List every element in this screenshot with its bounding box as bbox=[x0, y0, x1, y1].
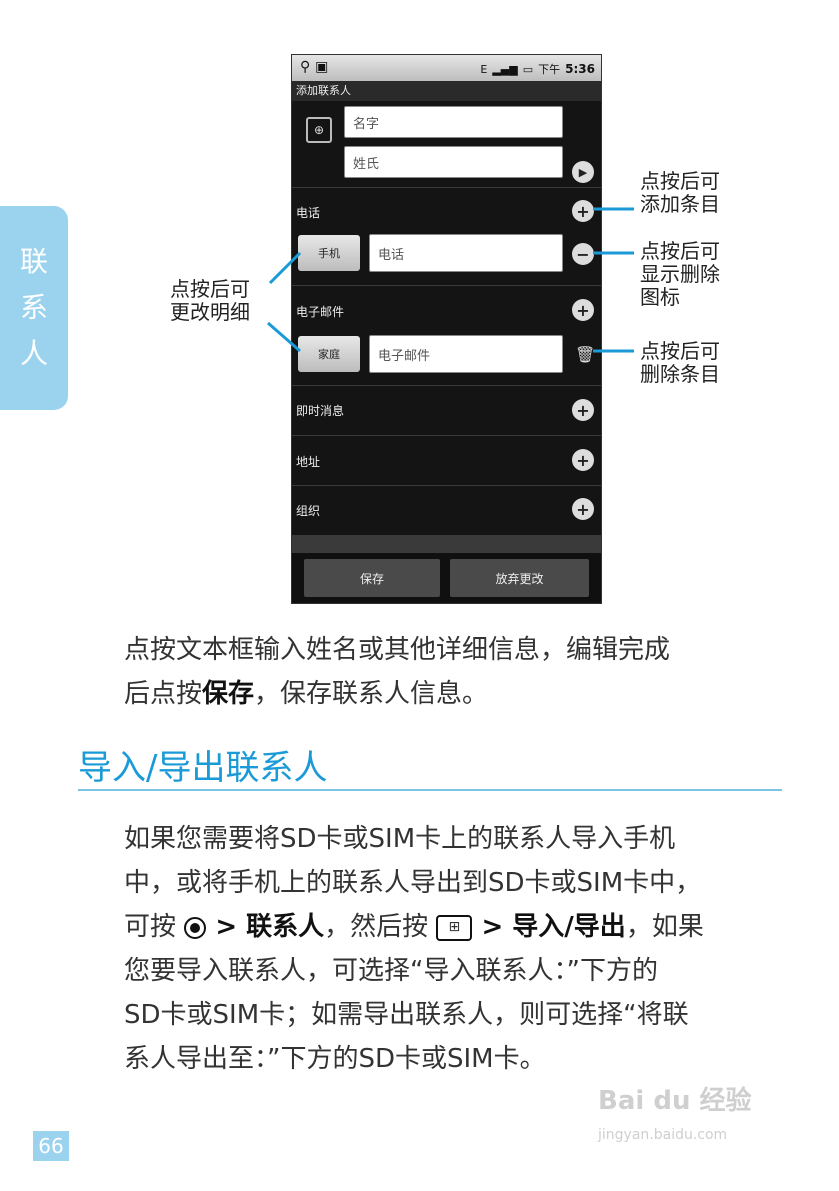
callout-text: 显示删除 bbox=[640, 262, 720, 286]
para-text: 可按 bbox=[124, 912, 185, 942]
para-line: 您要导入联系人，可选择“导入联系人：”下方的 bbox=[124, 956, 658, 986]
para-text: ，然后按 bbox=[324, 912, 437, 942]
callout-text: 添加条目 bbox=[640, 192, 720, 216]
page-number: 66 bbox=[33, 1131, 69, 1161]
import-paragraph: 如果您需要将SD卡或SIM卡上的联系人导入手机 中，或将手机上的联系人导出到SD… bbox=[124, 817, 774, 1081]
para-bold: > 联系人 bbox=[206, 912, 325, 942]
para-line: SD卡或SIM卡；如需导出联系人，则可选择“将联 bbox=[124, 1000, 689, 1030]
section-heading: 导入/导出联系人 bbox=[78, 748, 328, 788]
para-line: 中，或将手机上的联系人导出到SD卡或SIM卡中， bbox=[124, 868, 702, 898]
callout-change: 点按后可 更改明细 bbox=[170, 278, 250, 324]
callout-line-change-2 bbox=[267, 321, 301, 353]
para-line: 点按文本框输入姓名或其他详细信息，编辑完成 bbox=[124, 635, 671, 665]
intro-paragraph: 点按文本框输入姓名或其他详细信息，编辑完成 后点按保存，保存联系人信息。 bbox=[124, 628, 774, 716]
para-line: 系人导出至：”下方的SD卡或SIM卡。 bbox=[124, 1044, 546, 1074]
para-bold: 保存 bbox=[202, 679, 255, 709]
callout-add: 点按后可 添加条目 bbox=[640, 170, 720, 216]
para-text: 后点按 bbox=[124, 679, 203, 709]
para-line: 后点按保存，保存联系人信息。 bbox=[124, 672, 774, 716]
callout-text: 更改明细 bbox=[170, 300, 250, 324]
callout-show-delete: 点按后可 显示删除 图标 bbox=[640, 240, 720, 309]
home-key-icon bbox=[184, 916, 207, 939]
para-text: ，保存联系人信息。 bbox=[254, 679, 489, 709]
callout-delete: 点按后可 删除条目 bbox=[640, 340, 720, 386]
para-line: 可按 > 联系人，然后按 ⊞ > 导入/导出，如果 bbox=[124, 905, 774, 949]
para-text: ，如果 bbox=[625, 912, 704, 942]
para-line: 如果您需要将SD卡或SIM卡上的联系人导入手机 bbox=[124, 824, 676, 854]
callout-text: 点按后可 bbox=[170, 277, 250, 301]
menu-key-icon: ⊞ bbox=[436, 914, 473, 941]
callout-text: 图标 bbox=[640, 285, 680, 309]
baidu-watermark: Bai du 经验 bbox=[598, 1086, 752, 1116]
callout-text: 点按后可 bbox=[640, 339, 720, 363]
callout-line-change-1 bbox=[268, 251, 302, 285]
callout-text: 点按后可 bbox=[640, 239, 720, 263]
callout-text: 删除条目 bbox=[640, 362, 720, 386]
callout-text: 点按后可 bbox=[640, 169, 720, 193]
heading-rule bbox=[78, 789, 782, 791]
para-bold: > 导入/导出 bbox=[472, 912, 626, 942]
baidu-watermark-url: jingyan.baidu.com bbox=[598, 1127, 728, 1143]
